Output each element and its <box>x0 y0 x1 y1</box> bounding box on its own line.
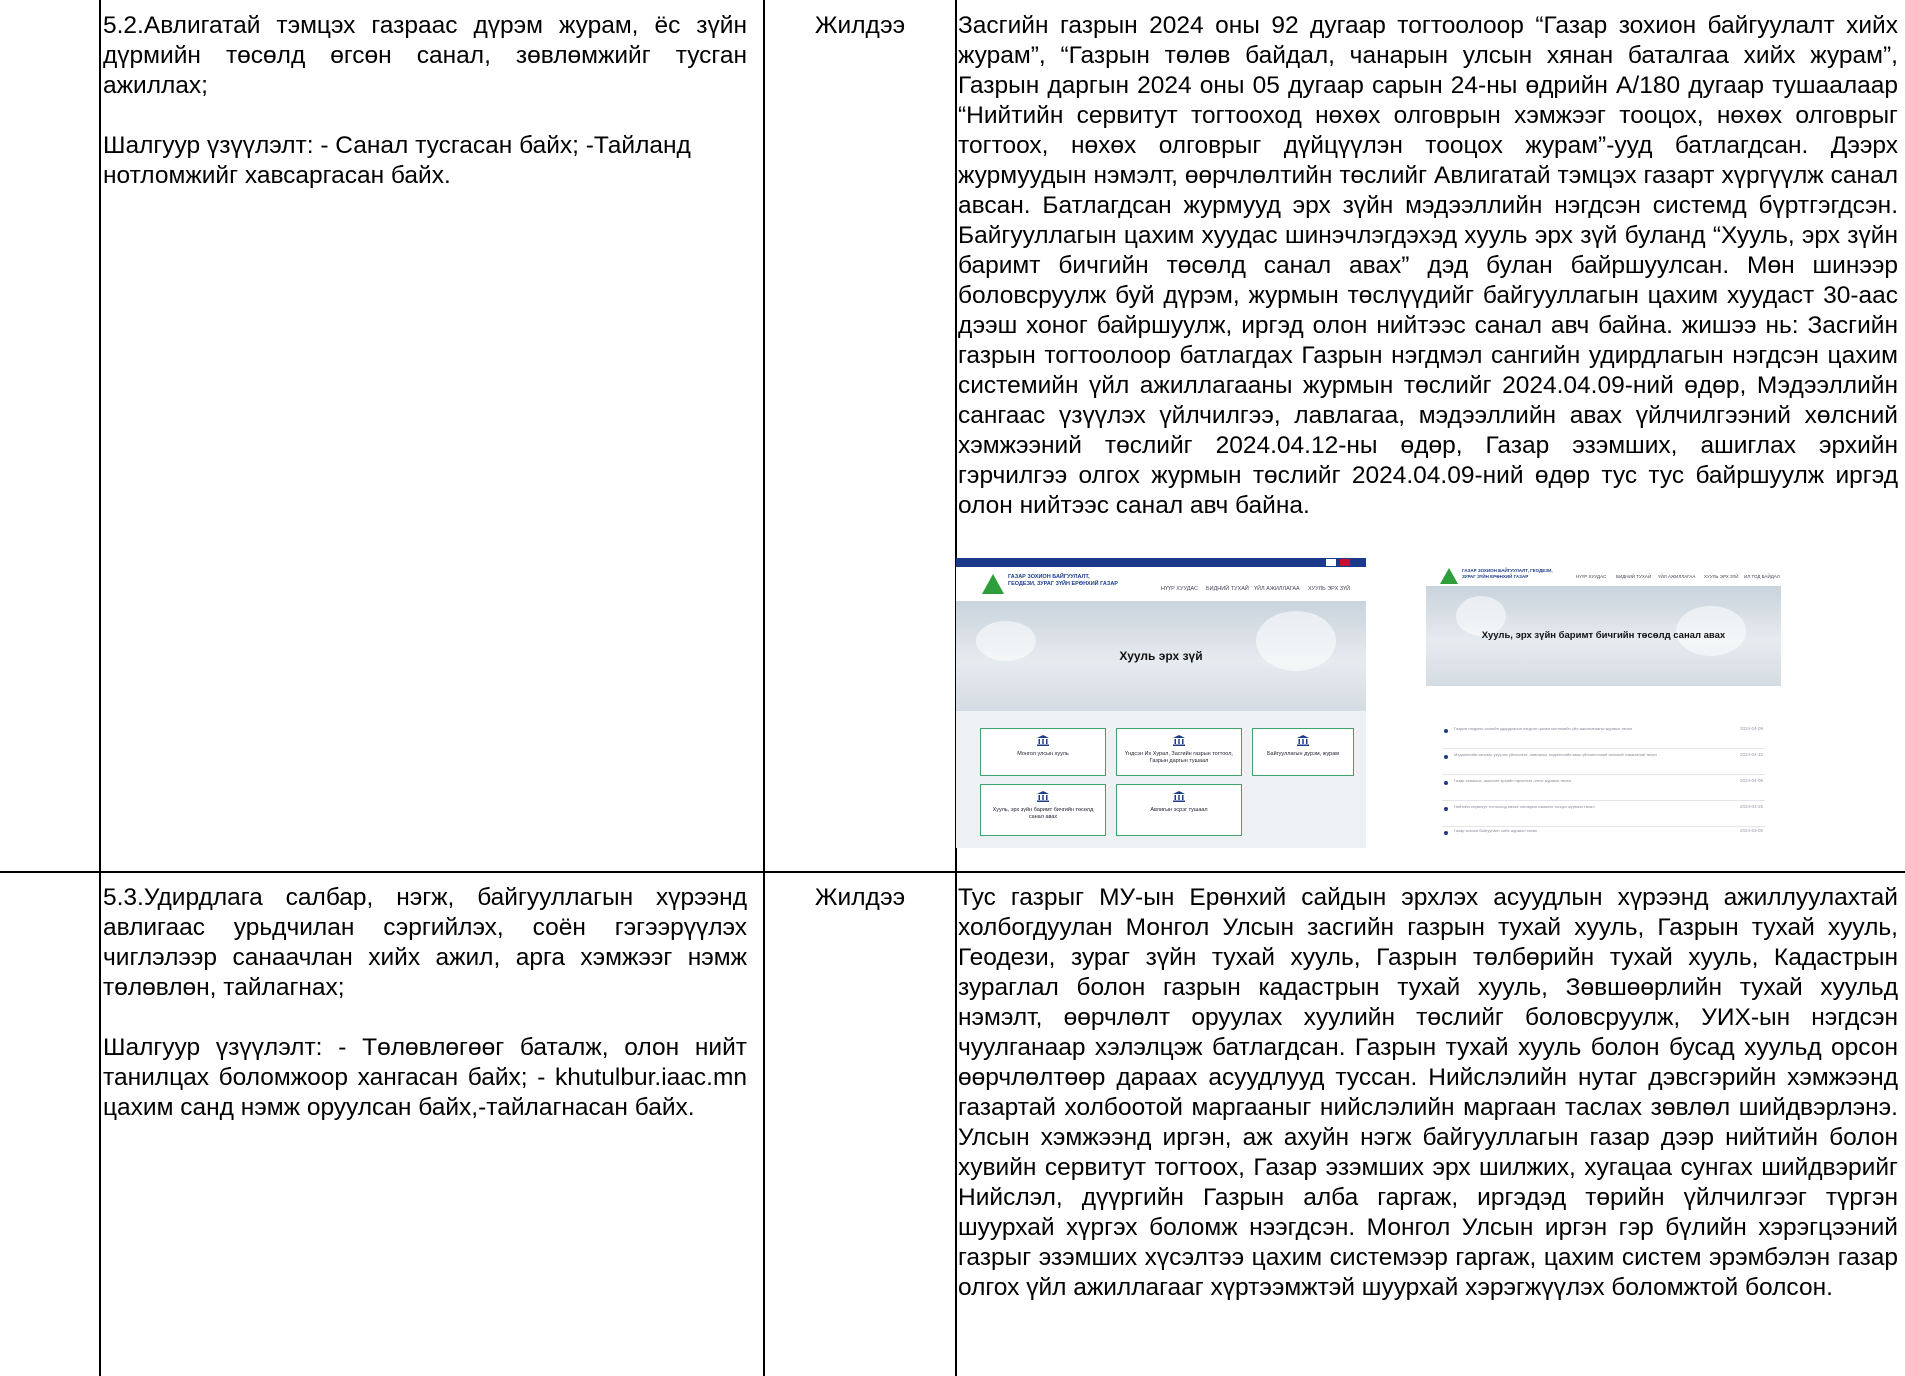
hero-title: Хууль эрх зүй <box>1119 649 1203 663</box>
card-label: Үндсэн Их Хурал, Засгийн газрын тогтоол,… <box>1125 751 1233 764</box>
list-item-date: 2024-03-05 <box>1739 828 1763 833</box>
logo-icon <box>982 574 1004 594</box>
flag-icon <box>1326 559 1336 566</box>
institution-icon <box>1297 735 1309 746</box>
card-resolutions[interactable]: Үндсэн Их Хурал, Засгийн газрын тогтоол,… <box>1116 728 1242 776</box>
hero-title: Хууль, эрх зүйн баримт бичгийн төсөлд са… <box>1481 630 1726 641</box>
list-item-title: Газар эзэмших, ашиглах эрхийн гэрчилгээ … <box>1454 778 1572 783</box>
card-label: Байгууллагын дүрэм, журам <box>1266 751 1340 757</box>
activity-criteria: Шалгуур үзүүлэлт: - Төлөвлөгөөг баталж, … <box>103 1034 747 1121</box>
website-screenshot-legal: ГАЗАР ЗОХИОН БАЙГУУЛАЛТ, ГЕОДЕЗИ, ЗУРАГ … <box>956 558 1366 848</box>
institution-icon <box>1173 735 1185 746</box>
list-item[interactable]: Мэдээллийн сангаас үзүүлэх үйлчилгээ, ла… <box>1442 750 1765 775</box>
site-org-name: ГАЗАР ЗОХИОН БАЙГУУЛАЛТ, ГЕОДЕЗИ, ЗУРАГ … <box>1462 568 1553 579</box>
list-item-title: Газар зохион байгуулалт хийх журмын төсө… <box>1454 828 1538 833</box>
nav-item-about[interactable]: БИДНИЙ ТУХАЙ <box>1206 586 1249 592</box>
bullet-icon <box>1444 729 1448 733</box>
nav-item-activity[interactable]: ҮЙЛ АЖИЛЛАГАА <box>1658 574 1695 579</box>
card-label: Авлигын эсрэг тушаал <box>1150 807 1208 813</box>
institution-icon <box>1037 735 1049 746</box>
list-item[interactable]: Нийтийн сервитут тогтооход нөхөх олговры… <box>1442 802 1765 827</box>
nav-item-legal[interactable]: ХУУЛЬ ЭРХ ЗҮЙ <box>1704 574 1738 579</box>
grid-line <box>99 0 101 1376</box>
institution-icon <box>1037 791 1049 802</box>
activity-criteria: Шалгуур үзүүлэлт: - Санал тусгасан байх;… <box>103 132 691 189</box>
list-item-date: 2024-04-09 <box>1739 726 1763 731</box>
card-mongolian-law[interactable]: Монгол улсын хууль <box>980 728 1106 776</box>
report-table: 5.2.Авлигатай тэмцэх газраас дүрэм журам… <box>0 0 1905 1376</box>
hero-banner: Хууль, эрх зүйн баримт бичгийн төсөлд са… <box>1426 586 1781 686</box>
nav-item-transparency[interactable]: ИЛ ТОД БАЙДАЛ <box>1744 574 1780 579</box>
nav-item-home[interactable]: НҮҮР ХУУДАС <box>1576 574 1606 579</box>
site-org-name: ГАЗАР ЗОХИОН БАЙГУУЛАЛТ, ГЕОДЕЗИ, ЗУРАГ … <box>1008 574 1118 587</box>
list-item[interactable]: Газар зохион байгуулалт хийх журмын төсө… <box>1442 826 1765 848</box>
activity-title: 5.2.Авлигатай тэмцэх газраас дүрэм журам… <box>103 12 747 99</box>
bullet-icon <box>1444 831 1448 835</box>
site-header: ГАЗАР ЗОХИОН БАЙГУУЛАЛТ, ГЕОДЕЗИ, ЗУРАГ … <box>956 567 1366 601</box>
nav-item-activity[interactable]: ҮЙЛ АЖИЛЛАГАА <box>1254 586 1300 592</box>
grid-line <box>763 0 765 1376</box>
list-item[interactable]: Газрын нэгдмэл сангийн удирдлагын нэгдсэ… <box>1442 724 1765 749</box>
list-item-date: 2024-04-09 <box>1739 778 1763 783</box>
bullet-icon <box>1444 781 1448 785</box>
site-topbar <box>956 558 1366 567</box>
card-label: Хууль, эрх зүйн баримт бичгийн төсөлд са… <box>992 807 1094 820</box>
hero-banner: Хууль эрх зүй <box>956 601 1366 711</box>
list-item-title: Газрын нэгдмэл сангийн удирдлагын нэгдсэ… <box>1454 726 1633 731</box>
card-anticorruption[interactable]: Авлигын эсрэг тушаал <box>1116 784 1242 836</box>
logo-icon <box>1440 568 1458 584</box>
activity-cell-5-2: 5.2.Авлигатай тэмцэх газраас дүрэм журам… <box>103 11 747 191</box>
activity-title: 5.3.Удирдлага салбар, нэгж, байгууллагын… <box>103 884 747 1001</box>
list-item[interactable]: Газар эзэмших, ашиглах эрхийн гэрчилгээ … <box>1442 776 1765 801</box>
institution-icon <box>1173 791 1185 802</box>
list-item-date: 2024-04-12 <box>1739 752 1763 757</box>
nav-item-home[interactable]: НҮҮР ХУУДАС <box>1161 586 1198 592</box>
list-item-title: Нийтийн сервитут тогтооход нөхөх олговры… <box>1454 804 1595 809</box>
list-item-date: 2024-03-25 <box>1739 804 1763 809</box>
nav-item-about[interactable]: БИДНИЙ ТУХАЙ <box>1616 574 1651 579</box>
card-draft-feedback[interactable]: Хууль, эрх зүйн баримт бичгийн төсөлд са… <box>980 784 1106 836</box>
bullet-icon <box>1444 755 1448 759</box>
row-divider <box>0 871 1905 873</box>
bullet-icon <box>1444 807 1448 811</box>
period-cell: Жилдээ <box>814 884 906 911</box>
card-organization-rules[interactable]: Байгууллагын дүрэм, журам <box>1252 728 1354 776</box>
flag-icon <box>1340 559 1350 566</box>
report-cell-5-2: Засгийн газрын 2024 оны 92 дугаар тогтоо… <box>958 12 1898 519</box>
nav-item-legal[interactable]: ХУУЛЬ ЭРХ ЗҮЙ <box>1308 586 1350 592</box>
activity-cell-5-3: 5.3.Удирдлага салбар, нэгж, байгууллагын… <box>103 883 747 1123</box>
card-label: Монгол улсын хууль <box>1017 751 1069 757</box>
website-screenshot-draft-feedback: ГАЗАР ЗОХИОН БАЙГУУЛАЛТ, ГЕОДЕЗИ, ЗУРАГ … <box>1426 564 1781 848</box>
report-cell-5-3: Тус газрыг МУ-ын Ерөнхий сайдын эрхлэх а… <box>958 884 1898 1301</box>
list-item-title: Мэдээллийн сангаас үзүүлэх үйлчилгээ, ла… <box>1454 752 1657 757</box>
period-cell: Жилдээ <box>814 12 906 39</box>
